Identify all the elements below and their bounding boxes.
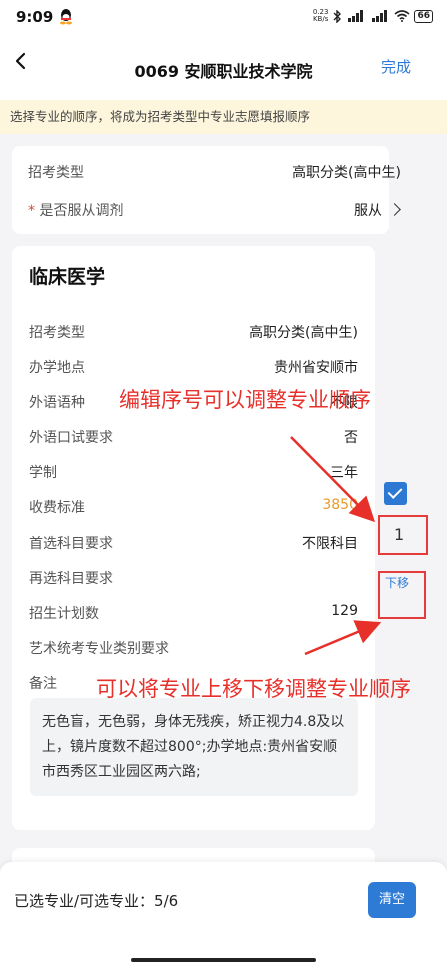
annotation-arrows: [290, 436, 382, 656]
selected-count: 已选专业/可选专业：5/6: [14, 892, 179, 910]
annotation-edit-order: 编辑序号可以调整专业顺序: [119, 388, 371, 412]
annotation-move: 可以将专业上移下移调整专业顺序: [96, 677, 411, 701]
arrow-to-move-button: [304, 620, 382, 656]
arrow-to-order-input: [290, 436, 376, 523]
home-bar: [0, 942, 447, 972]
clear-button[interactable]: 清空: [368, 882, 416, 918]
home-indicator[interactable]: [131, 958, 316, 962]
